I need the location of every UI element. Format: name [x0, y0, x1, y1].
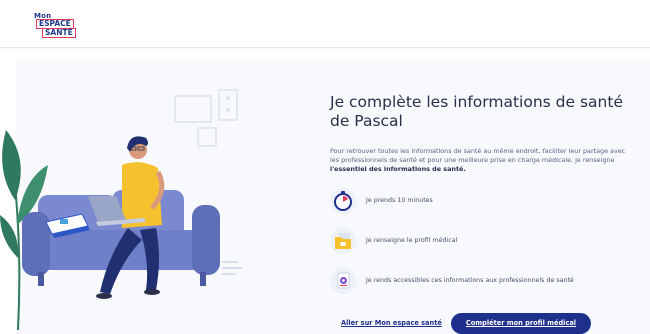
share-document-icon — [330, 268, 356, 294]
actions-bar: Aller sur Mon espace santé Compléter mon… — [341, 313, 631, 334]
go-to-mon-espace-sante-link[interactable]: Aller sur Mon espace santé — [341, 319, 442, 327]
logo-line-sante: SANTÉ — [42, 28, 76, 38]
step-time: Je prends 10 minutes — [330, 188, 630, 214]
step-share-label: Je rends accessibles ces informations au… — [366, 277, 574, 284]
wall-frames-icon — [174, 89, 238, 147]
person-on-sofa-illustration — [0, 89, 242, 331]
medical-folder-icon — [330, 228, 356, 254]
step-profile: Je renseigne le profil médical — [330, 228, 630, 254]
page-title: Je complète les informations de santé de… — [330, 93, 623, 130]
intro-description-bold: l'essentiel des informations de santé. — [330, 165, 466, 173]
intro-section: Je complète les informations de santé de… — [330, 93, 630, 174]
step-share: Je rends accessibles ces informations au… — [330, 268, 630, 294]
mon-espace-sante-logo[interactable]: Mon ESPACE SANTÉ — [34, 12, 80, 38]
intro-description-text: Pour retrouver toutes les informations d… — [330, 147, 626, 164]
step-profile-label: Je renseigne le profil médical — [366, 237, 458, 244]
stopwatch-icon — [330, 188, 356, 214]
intro-description: Pour retrouver toutes les informations d… — [330, 147, 630, 174]
complete-medical-profile-button[interactable]: Compléter mon profil médical — [451, 313, 591, 334]
header: Mon ESPACE SANTÉ — [0, 0, 650, 48]
step-time-label: Je prends 10 minutes — [366, 197, 433, 204]
